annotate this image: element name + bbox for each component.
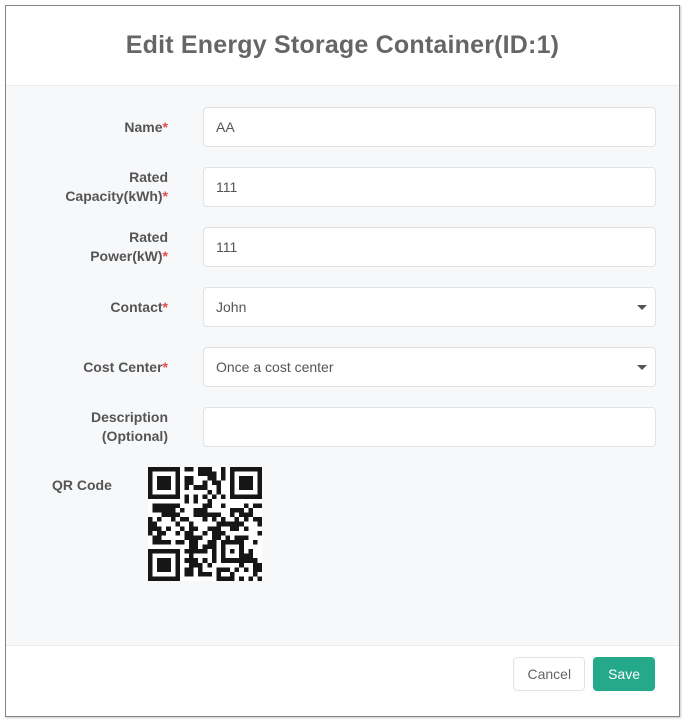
dialog-title: Edit Energy Storage Container(ID:1) <box>126 31 559 60</box>
required-mark: * <box>163 188 168 204</box>
rated-capacity-row: Rated Capacity(kWh)* <box>6 167 656 207</box>
name-row: Name* <box>6 107 656 147</box>
contact-row: Contact* <box>6 287 656 327</box>
form-rows: Name* Rated Capacity(kWh)* Rated Power(k… <box>6 107 679 447</box>
contact-select[interactable] <box>203 287 656 327</box>
qr-code-row: QR Code <box>6 467 656 581</box>
qr-code-label: QR Code <box>52 467 148 493</box>
required-mark: * <box>163 299 168 315</box>
field-label: Cost Center* <box>48 358 168 377</box>
field-label: Description (Optional) <box>48 408 168 446</box>
field-label: Name* <box>48 118 168 137</box>
description-input[interactable] <box>203 407 656 447</box>
field-label: Rated Power(kW)* <box>48 228 168 266</box>
required-mark: * <box>163 248 168 264</box>
cost-center-select[interactable] <box>203 347 656 387</box>
rated-power-input[interactable] <box>203 227 656 267</box>
save-button[interactable]: Save <box>593 657 655 691</box>
description-row: Description (Optional) <box>6 407 656 447</box>
name-input[interactable] <box>203 107 656 147</box>
rated-capacity-input[interactable] <box>203 167 656 207</box>
cancel-button[interactable]: Cancel <box>513 657 585 691</box>
chevron-down-icon <box>637 305 647 310</box>
qr-code-svg <box>148 467 262 581</box>
dialog-header: Edit Energy Storage Container(ID:1) <box>6 6 679 86</box>
qr-code-image <box>148 467 262 581</box>
field-label: Contact* <box>48 298 168 317</box>
cost-center-row: Cost Center* <box>6 347 656 387</box>
chevron-down-icon <box>637 365 647 370</box>
required-mark: * <box>163 359 168 375</box>
field-label: Rated Capacity(kWh)* <box>48 168 168 206</box>
rated-power-row: Rated Power(kW)* <box>6 227 656 267</box>
dialog-footer: Cancel Save <box>6 645 679 716</box>
edit-energy-storage-container-dialog: Edit Energy Storage Container(ID:1) Name… <box>5 5 680 717</box>
dialog-body: Name* Rated Capacity(kWh)* Rated Power(k… <box>6 86 679 645</box>
required-mark: * <box>163 119 168 135</box>
